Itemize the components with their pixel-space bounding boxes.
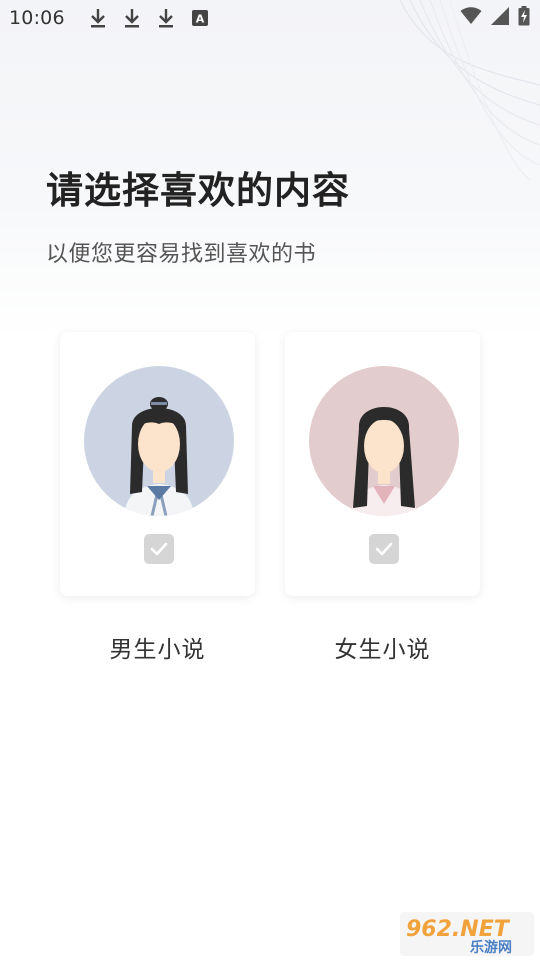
checkbox[interactable] (144, 534, 174, 564)
wifi-icon (460, 7, 482, 29)
male-character-icon (84, 366, 234, 516)
option-female-novel[interactable]: 女生小说 (285, 332, 480, 664)
download-icon (121, 7, 143, 29)
status-right (460, 6, 540, 30)
app-screen: 10:06 A 请选择喜欢的内容 以便您更容易找到喜欢的书 男生小说 女生小说 … (0, 0, 540, 960)
option-card[interactable] (285, 332, 480, 596)
check-icon (375, 542, 393, 556)
battery-charging-icon (518, 6, 530, 30)
option-label: 女生小说 (334, 637, 431, 663)
option-label: 男生小说 (109, 637, 206, 663)
checkbox[interactable] (369, 534, 399, 564)
status-bar: 10:06 A (0, 0, 540, 36)
option-male-novel[interactable]: 男生小说 (60, 332, 255, 664)
watermark-logo: 962.NET 乐游网 (400, 912, 534, 956)
download-icon (155, 7, 177, 29)
signal-icon (490, 7, 510, 29)
font-a-icon: A (189, 7, 211, 29)
page-title: 请选择喜欢的内容 (46, 169, 350, 212)
svg-text:A: A (196, 13, 205, 26)
avatar-female (309, 366, 459, 516)
female-character-icon (309, 366, 459, 516)
page-subtitle: 以便您更容易找到喜欢的书 (46, 242, 317, 267)
check-icon (150, 542, 168, 556)
svg-text:962.NET: 962.NET (406, 917, 511, 942)
svg-text:乐游网: 乐游网 (470, 939, 512, 956)
avatar-male (84, 366, 234, 516)
option-card[interactable] (60, 332, 255, 596)
status-time: 10:06 (9, 7, 65, 29)
download-icon (87, 7, 109, 29)
status-left: 10:06 A (0, 7, 211, 29)
